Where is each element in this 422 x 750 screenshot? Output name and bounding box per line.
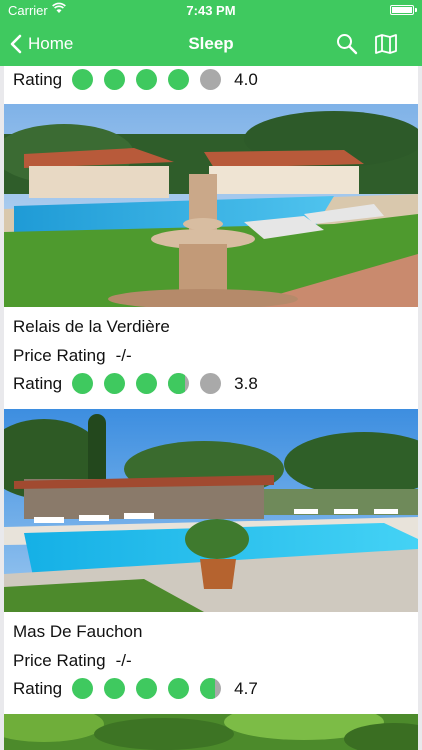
rating-row: Rating 4.7: [13, 678, 258, 699]
listing-card[interactable]: Mas De Fauchon Price Rating -/- Rating 4…: [4, 614, 418, 750]
clock: 7:43 PM: [186, 3, 236, 18]
rating-dot: [104, 69, 126, 90]
rating-dot: [168, 373, 190, 394]
rating-dot: [72, 678, 94, 699]
price-label: Price Rating: [13, 346, 106, 365]
rating-dot: [168, 678, 190, 699]
listing-photo[interactable]: [4, 104, 418, 307]
price-label: Price Rating: [13, 651, 106, 670]
rating-dot: [200, 373, 222, 394]
search-icon[interactable]: [336, 33, 358, 55]
rating-label: Rating: [13, 678, 63, 698]
rating-label: Rating: [13, 373, 63, 393]
rating-score: 4.7: [234, 678, 258, 698]
rating-dot: [200, 678, 222, 699]
price-row: Price Rating -/-: [13, 346, 132, 366]
rating-dot: [136, 69, 158, 90]
rating-dot: [104, 678, 126, 699]
rating-dot: [72, 373, 94, 394]
listing-photo[interactable]: [4, 714, 418, 750]
status-bar: Carrier 7:43 PM: [0, 0, 422, 22]
price-row: Price Rating -/-: [13, 651, 132, 671]
page-title: Sleep: [188, 34, 234, 53]
rating-score: 3.8: [234, 373, 258, 393]
listing-photo[interactable]: [4, 409, 418, 612]
price-value: -/-: [115, 346, 132, 365]
rating-dot: [136, 373, 158, 394]
listing-scroll-area[interactable]: Rating 4.0 Relais de la Verdière Price R…: [0, 66, 422, 750]
battery-icon: [390, 5, 417, 15]
rating-dot: [136, 678, 158, 699]
rating-dot: [200, 69, 222, 90]
rating-dot: [104, 373, 126, 394]
rating-dots: [72, 678, 232, 699]
price-value: -/-: [115, 651, 132, 670]
listing-card[interactable]: Relais de la Verdière Price Rating -/- R…: [4, 309, 418, 651]
rating-dots: [72, 69, 232, 90]
listing-name: Relais de la Verdière: [13, 317, 170, 336]
rating-row: Rating 3.8: [13, 373, 258, 394]
map-icon[interactable]: [374, 32, 398, 56]
rating-score: 4.0: [234, 69, 258, 89]
rating-dot: [168, 69, 190, 90]
listing-name: Mas De Fauchon: [13, 622, 143, 641]
navigation-bar: Home Sleep: [0, 22, 422, 66]
rating-label: Rating: [13, 69, 63, 89]
rating-dot: [72, 69, 94, 90]
rating-row: Rating 4.0: [13, 69, 258, 90]
rating-dots: [72, 373, 232, 394]
